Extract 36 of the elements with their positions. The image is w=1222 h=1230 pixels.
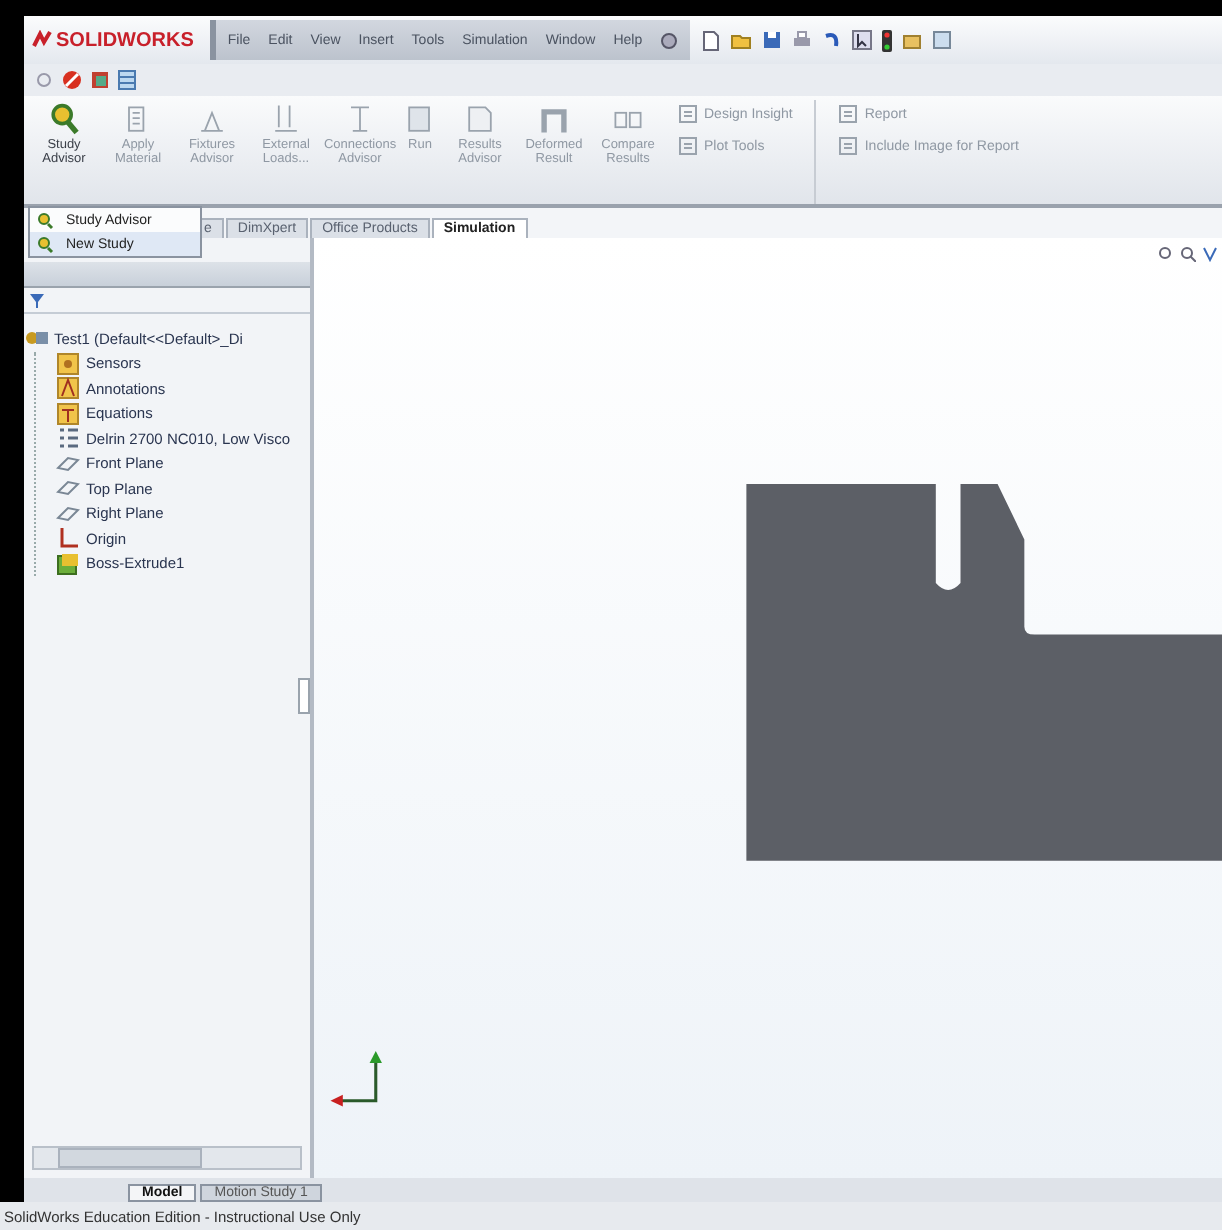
results-icon: [462, 102, 498, 138]
save-icon[interactable]: [762, 30, 783, 50]
table-icon[interactable]: [118, 70, 136, 90]
traffic-light-icon[interactable]: [882, 29, 893, 51]
list-icon[interactable]: [932, 30, 953, 50]
annotations-icon: [56, 376, 80, 401]
filter-icon[interactable]: [30, 293, 44, 307]
origin-icon: [56, 526, 80, 551]
rotate-icon[interactable]: [1202, 246, 1218, 262]
new-document-icon[interactable]: [702, 29, 721, 51]
report-icon: [678, 136, 698, 156]
report-icon: [838, 136, 859, 156]
magnifier-icon: [46, 102, 82, 138]
zoom-area-icon[interactable]: [1180, 246, 1196, 262]
material-icon: [56, 426, 80, 451]
plane-icon: [56, 476, 80, 501]
feature-icon: [56, 551, 80, 576]
plane-icon: [56, 451, 80, 476]
report-icon: [838, 104, 859, 124]
select-icon[interactable]: [852, 30, 873, 50]
splitter-handle[interactable]: [298, 678, 310, 714]
report-icon: [678, 104, 698, 124]
undo-icon[interactable]: [822, 30, 843, 50]
plane-icon: [56, 501, 80, 526]
print-icon[interactable]: [792, 30, 813, 50]
toolbar-icon[interactable]: [90, 70, 110, 90]
axis-triad: [330, 1051, 382, 1107]
app-logo: SOLIDWORKS: [24, 29, 210, 51]
magnifier-icon: [36, 235, 54, 253]
equations-icon: [56, 401, 80, 426]
options-icon[interactable]: [902, 30, 923, 50]
magnifier-icon: [36, 211, 54, 229]
horizontal-scrollbar[interactable]: [32, 1146, 302, 1170]
open-folder-icon[interactable]: [730, 30, 753, 50]
no-entry-icon[interactable]: [62, 70, 82, 90]
sensors-icon: [56, 351, 80, 376]
